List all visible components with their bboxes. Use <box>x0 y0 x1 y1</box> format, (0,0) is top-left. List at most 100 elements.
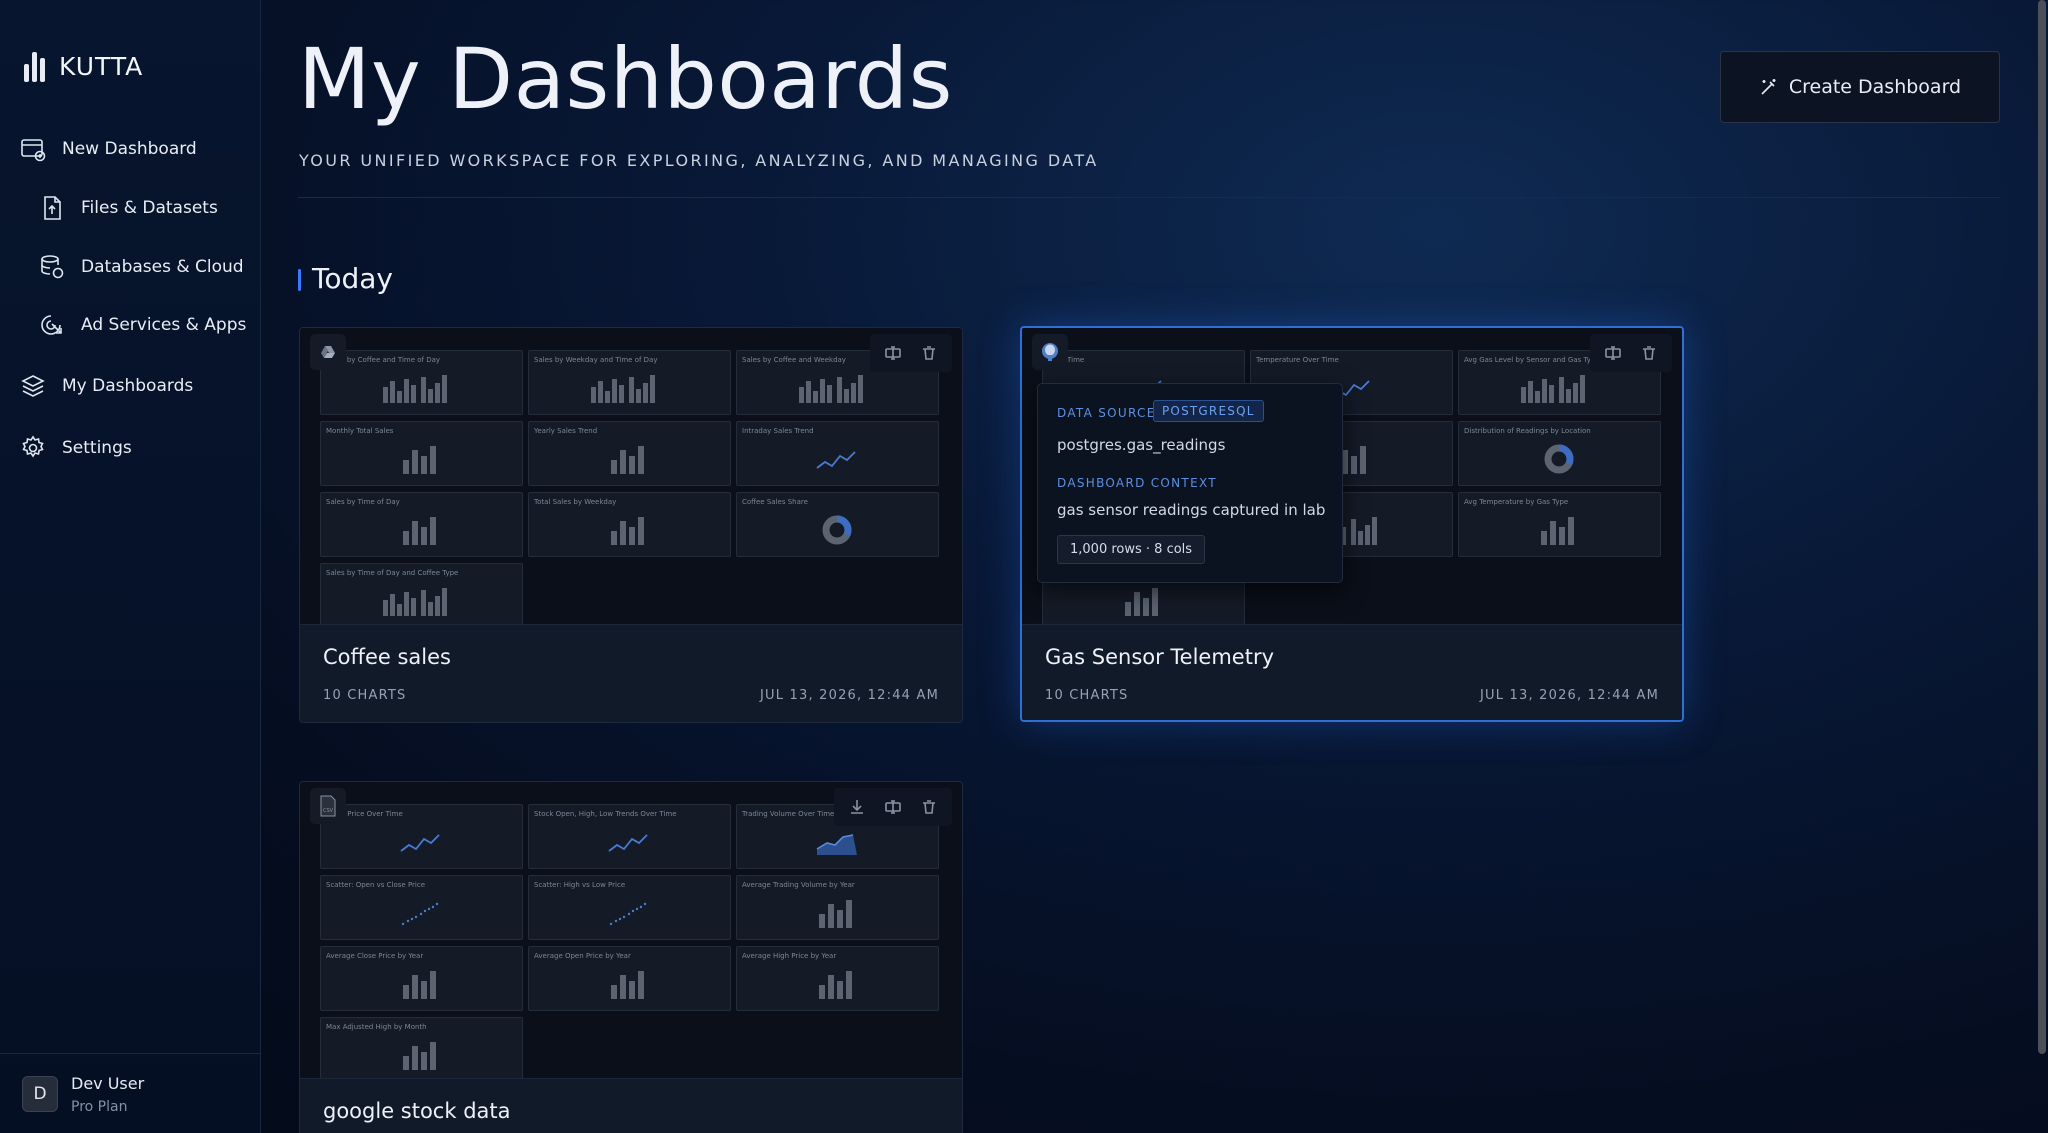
chart-thumbnail: Average High Price by Year <box>736 946 939 1011</box>
file-upload-icon <box>44 196 61 220</box>
card-footer: Gas Sensor Telemetry 10 CHARTS JUL 13, 2… <box>1022 624 1682 720</box>
chart-thumbnail-graphic <box>609 902 647 926</box>
app-logo[interactable]: KUTTA <box>24 50 143 82</box>
chart-thumbnail-title: Sales by Time of Day and Coffee Type <box>326 569 459 577</box>
ad-services-icon <box>41 315 62 335</box>
chart-thumbnail-graphic <box>611 517 644 545</box>
sidebar-item-settings[interactable]: Settings <box>20 435 132 461</box>
data-source-popover: DATA SOURCE POSTGRESQL postgres.gas_read… <box>1037 383 1343 583</box>
chart-thumbnail: Stock Open, High, Low Trends Over Time <box>528 804 731 869</box>
chart-thumbnail-graphic <box>816 451 856 469</box>
rename-icon[interactable] <box>1598 338 1628 368</box>
dashboard-context-text: gas sensor readings captured in lab <box>1057 501 1326 519</box>
dashboard-name: Coffee sales <box>323 645 451 669</box>
dashboard-preview: Sales by Coffee and Time of Day Sales by … <box>300 328 962 624</box>
chart-thumbnail-title: Close Price Over Time <box>326 810 403 818</box>
chart-thumbnail-title: Intraday Sales Trend <box>742 427 814 435</box>
chart-thumbnail: Close Price Over Time <box>320 804 523 869</box>
gear-icon <box>22 435 44 458</box>
chart-thumbnail-title: Total Sales by Weekday <box>534 498 617 506</box>
page-scrollbar[interactable] <box>2038 0 2046 1054</box>
create-dashboard-button[interactable]: Create Dashboard <box>1720 51 2000 123</box>
delete-icon[interactable] <box>914 792 944 822</box>
dashboard-card-google-stock-data[interactable]: Close Price Over Time Stock Open, High, L… <box>299 781 963 1133</box>
create-dashboard-label: Create Dashboard <box>1788 76 1962 98</box>
chart-thumbnail: Sales by Weekday and Time of Day <box>528 350 731 415</box>
chart-thumbnail-title: Sales by Time of Day <box>326 498 400 506</box>
chart-thumbnail: Sales by Coffee and Time of Day <box>320 350 523 415</box>
chart-thumbnail-title: Over Time <box>1048 356 1085 364</box>
svg-text:CSV: CSV <box>323 808 334 814</box>
logo-mark-icon <box>24 50 45 82</box>
dashboard-name: Gas Sensor Telemetry <box>1045 645 1275 669</box>
sidebar-item-databases-cloud[interactable]: Databases & Cloud <box>39 254 244 280</box>
sidebar-item-my-dashboards[interactable]: My Dashboards <box>20 373 193 399</box>
sidebar-item-label: Files & Datasets <box>81 198 218 218</box>
user-plan: Pro Plan <box>71 1099 128 1115</box>
chart-thumbnail: Total Sales by Weekday <box>528 492 731 557</box>
sidebar-item-label: Ad Services & Apps <box>81 315 247 335</box>
chart-thumbnail-graphic <box>383 375 447 403</box>
dashboard-card-coffee-sales[interactable]: Sales by Coffee and Time of Day Sales by … <box>299 327 963 723</box>
chart-thumbnail-graphic <box>401 902 439 926</box>
delete-icon[interactable] <box>1634 338 1664 368</box>
rename-icon[interactable] <box>878 792 908 822</box>
chart-thumbnail: Yearly Sales Trend <box>528 421 731 486</box>
dashboard-name: google stock data <box>323 1099 511 1123</box>
new-dashboard-icon <box>21 139 46 162</box>
sidebar-item-ad-services-apps[interactable]: Ad Services & Apps <box>39 312 246 338</box>
data-source-type-badge: POSTGRESQL <box>1153 400 1264 422</box>
layers-icon <box>21 375 45 397</box>
chart-thumbnail: Average Open Price by Year <box>528 946 731 1011</box>
chart-thumbnail: Average Trading Volume by Year <box>736 875 939 940</box>
chart-thumbnail: Intraday Sales Trend <box>736 421 939 486</box>
chart-thumbnail-title: Yearly Sales Trend <box>534 427 598 435</box>
chart-thumbnail-title: Distribution of Readings by Location <box>1464 427 1591 435</box>
download-icon[interactable] <box>842 792 872 822</box>
magic-wand-icon <box>1761 79 1776 95</box>
page-subtitle: YOUR UNIFIED WORKSPACE FOR EXPLORING, AN… <box>299 151 1099 170</box>
chart-thumbnail-graphic <box>403 517 436 545</box>
chart-thumbnail-graphic <box>822 515 852 545</box>
chart-thumbnail-graphic <box>400 834 440 852</box>
chart-thumbnail-title: Scatter: Open vs Close Price <box>326 881 426 889</box>
sidebar-item-new-dashboard[interactable]: New Dashboard <box>20 136 197 162</box>
chart-thumbnail: Sales by Time of Day and Coffee Type <box>320 563 523 624</box>
postgresql-icon <box>1032 334 1068 370</box>
chart-thumbnail: Distribution of Readings by Location <box>1458 421 1661 486</box>
chart-thumbnail-title: Average Close Price by Year <box>326 952 424 960</box>
card-footer: google stock data <box>300 1078 962 1133</box>
csv-file-icon: CSV <box>310 788 346 824</box>
chart-thumbnail-title: Sales by Coffee and Time of Day <box>326 356 441 364</box>
delete-icon[interactable] <box>914 338 944 368</box>
header-divider <box>298 197 2000 198</box>
card-actions <box>1590 334 1672 372</box>
user-profile[interactable]: D Dev User Pro Plan <box>0 1053 261 1133</box>
sidebar-item-files-datasets[interactable]: Files & Datasets <box>39 195 218 221</box>
chart-count: 10 CHARTS <box>323 688 407 703</box>
section-title-today: Today <box>312 262 393 295</box>
data-source-label: DATA SOURCE <box>1057 406 1156 420</box>
data-source-table: postgres.gas_readings <box>1057 436 1226 454</box>
chart-thumbnail-graphic <box>611 446 644 474</box>
chart-thumbnail-graphic <box>591 375 655 403</box>
chart-thumbnail: Sales by Time of Day <box>320 492 523 557</box>
card-actions <box>870 334 952 372</box>
chart-thumbnail-graphic <box>403 971 436 999</box>
chart-thumbnail-graphic <box>816 834 857 855</box>
rename-icon[interactable] <box>878 338 908 368</box>
chart-thumbnail-title: Average High Price by Year <box>742 952 837 960</box>
page-title: My Dashboards <box>298 30 953 128</box>
chart-thumbnail-title: Temperature Over Time <box>1256 356 1339 364</box>
chart-thumbnail-title: Max Adjusted High by Month <box>326 1023 427 1031</box>
chart-thumbnail: Max Adjusted High by Month <box>320 1017 523 1078</box>
card-footer: Coffee sales 10 CHARTS JUL 13, 2026, 12:… <box>300 624 962 722</box>
chart-count: 10 CHARTS <box>1045 688 1129 703</box>
chart-thumbnail-graphic <box>1544 444 1574 474</box>
sidebar-item-label: Settings <box>62 438 132 458</box>
chart-thumbnail: Average Close Price by Year <box>320 946 523 1011</box>
chart-thumbnail: Monthly Total Sales <box>320 421 523 486</box>
chart-thumbnail-title: Sales by Weekday and Time of Day <box>534 356 658 364</box>
chart-thumbnail-graphic <box>383 588 447 616</box>
dashboard-preview: Close Price Over Time Stock Open, High, L… <box>300 782 962 1078</box>
